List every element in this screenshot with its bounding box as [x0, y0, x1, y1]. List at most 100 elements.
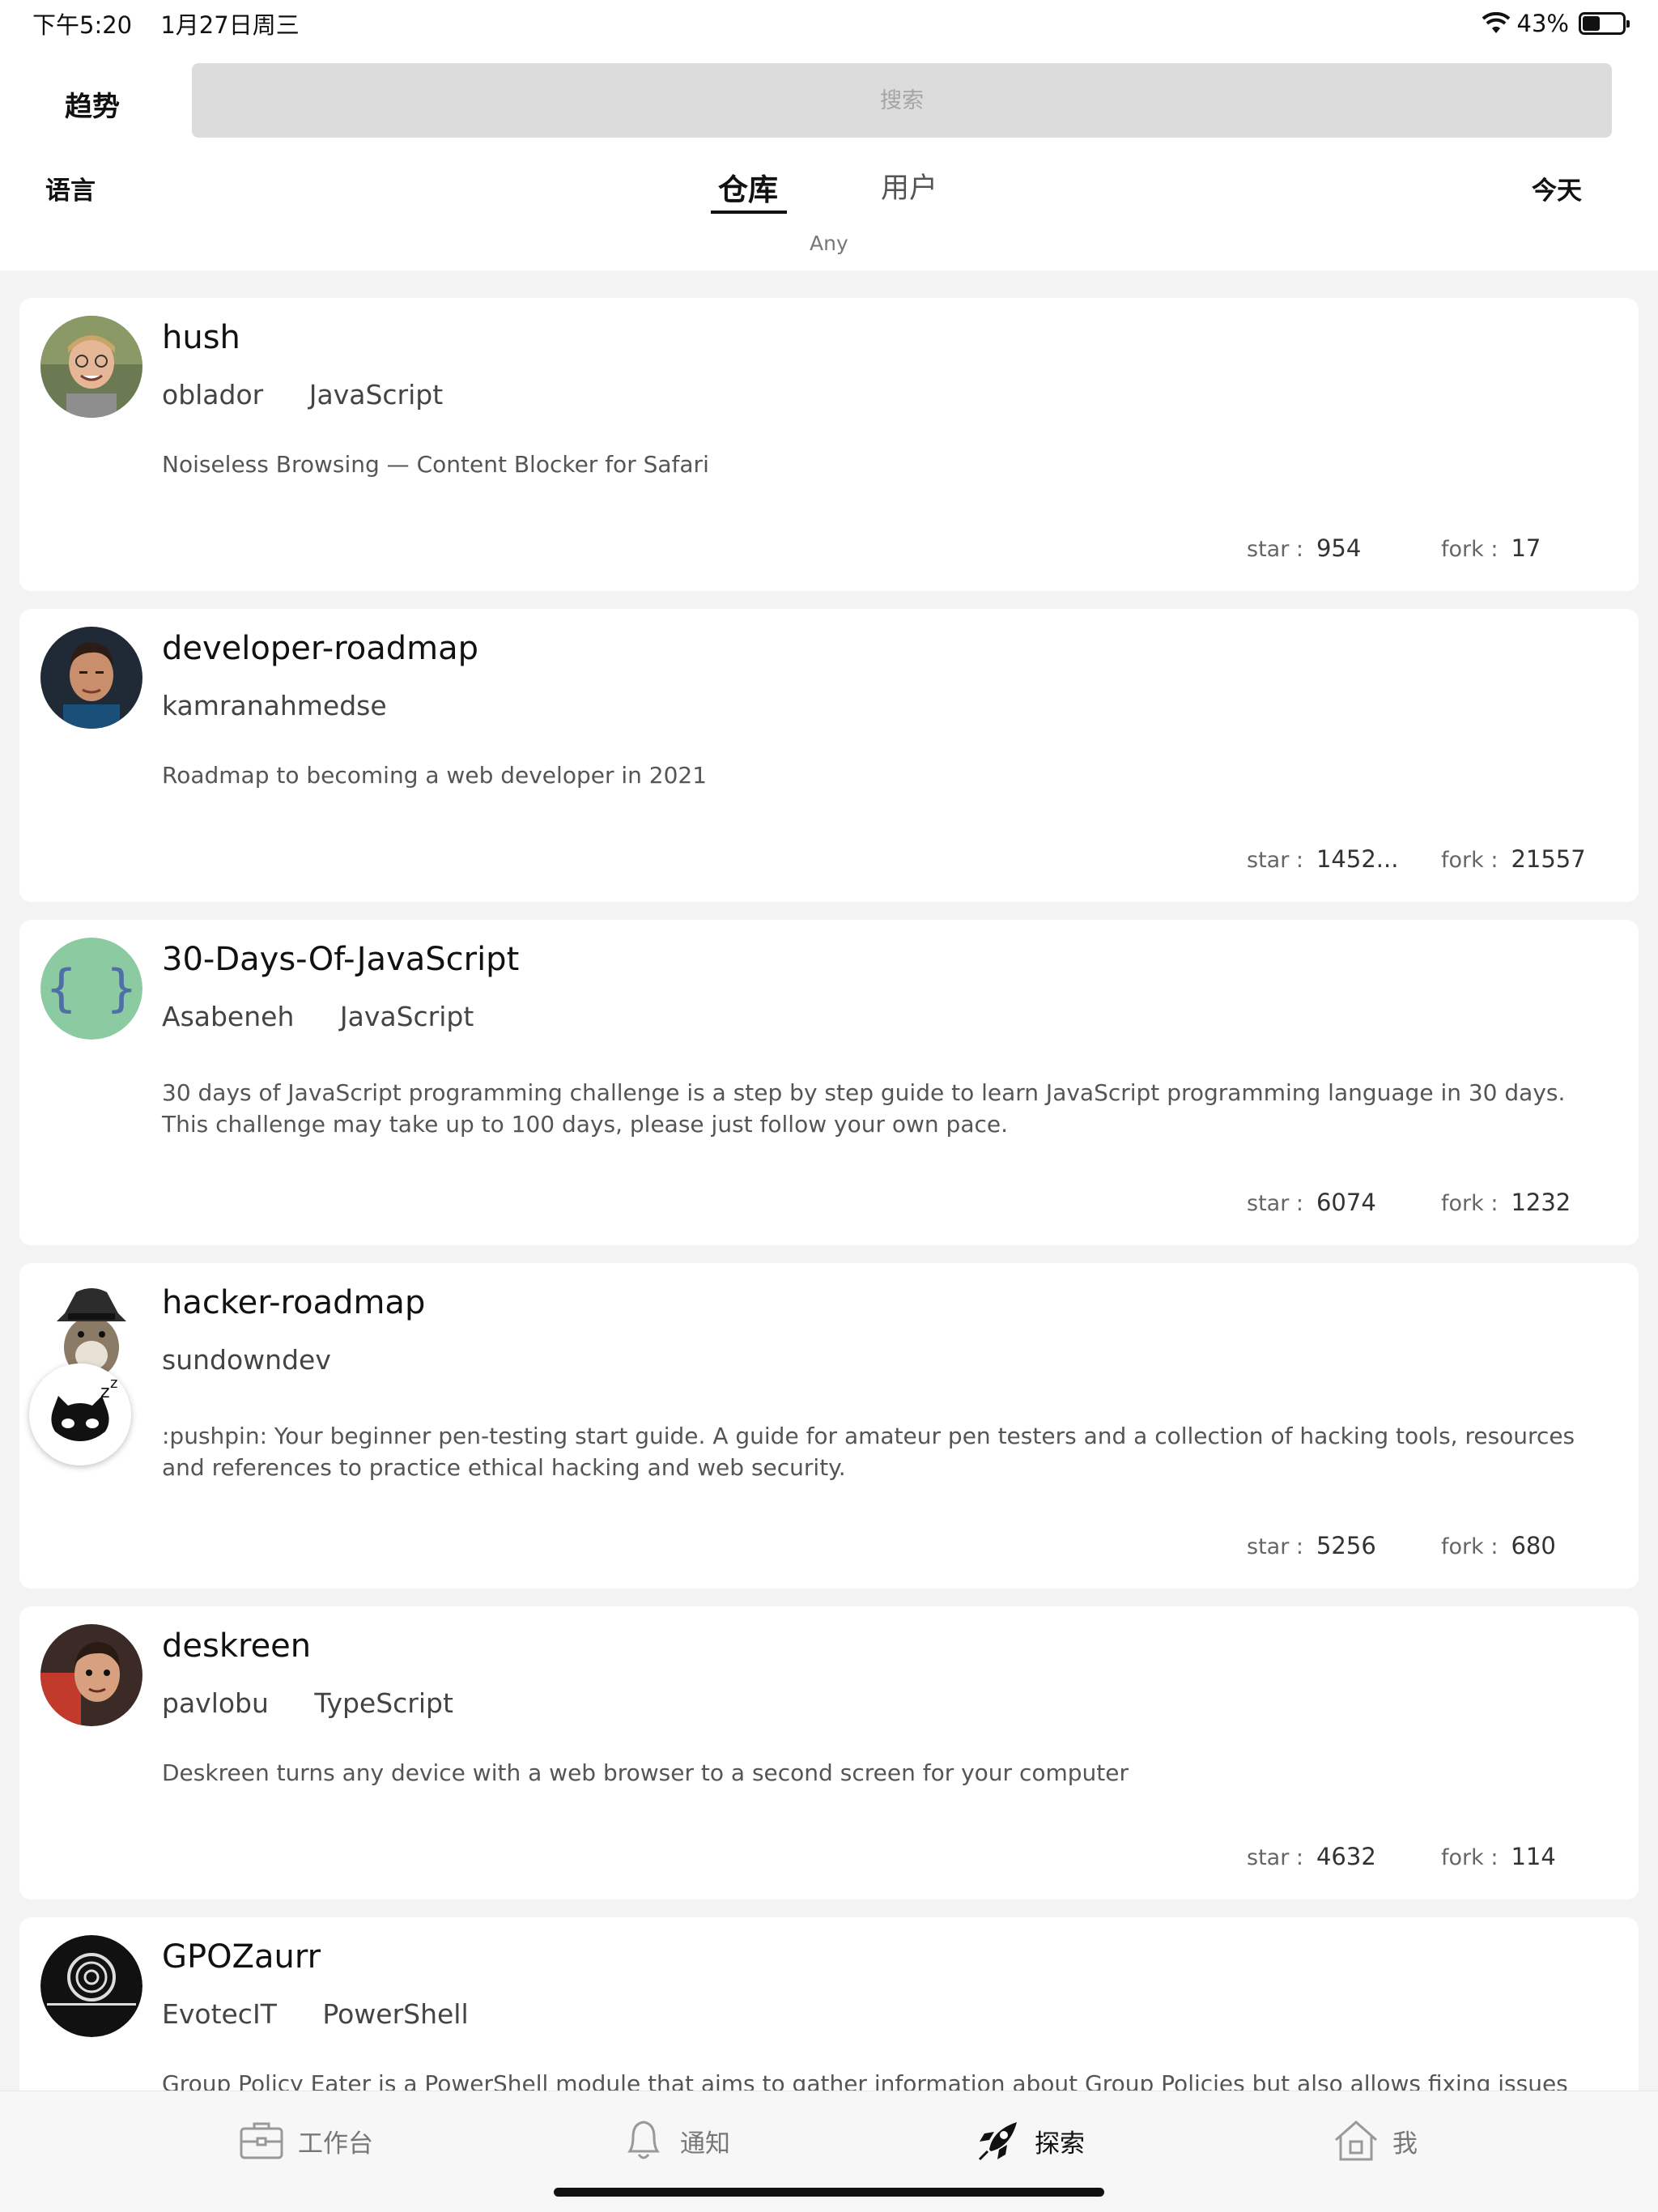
star-value: 6074 — [1316, 1189, 1376, 1216]
fork-count: fork : 17 — [1441, 534, 1541, 562]
repo-meta: Asabeneh JavaScript — [162, 1001, 511, 1032]
repo-owner[interactable]: EvotecIT — [162, 1998, 277, 2030]
fork-value: 680 — [1511, 1532, 1556, 1559]
fork-count: fork : 114 — [1441, 1843, 1556, 1870]
repo-card[interactable]: GPOZaurr EvotecIT PowerShell Group Polic… — [19, 1917, 1639, 2091]
repo-list: hush oblador JavaScript Noiseless Browsi… — [0, 270, 1658, 2091]
repo-name[interactable]: hush — [162, 319, 240, 356]
language-value: Any — [810, 232, 848, 255]
avatar — [40, 627, 142, 729]
tab-workbench[interactable]: 工作台 — [236, 2116, 373, 2166]
star-value: 4632 — [1316, 1843, 1376, 1870]
search-input[interactable] — [192, 63, 1612, 138]
tab-explore[interactable]: 探索 — [973, 2116, 1085, 2166]
header: 趋势 语言 仓库 用户 今天 Any — [0, 47, 1658, 270]
repo-card[interactable]: { } 30-Days-Of-JavaScript Asabeneh JavaS… — [19, 920, 1639, 1245]
repo-owner[interactable]: sundowndev — [162, 1344, 331, 1376]
svg-text:z: z — [110, 1375, 117, 1392]
fork-value: 17 — [1511, 534, 1541, 562]
star-count: star : 6074 — [1247, 1189, 1376, 1216]
repo-card[interactable]: hush oblador JavaScript Noiseless Browsi… — [19, 298, 1639, 591]
star-label: star : — [1247, 1845, 1303, 1870]
repo-meta: kamranahmedse — [162, 690, 424, 721]
wifi-icon — [1482, 12, 1510, 33]
repo-name[interactable]: deskreen — [162, 1627, 311, 1665]
repo-owner[interactable]: pavlobu — [162, 1687, 269, 1719]
tab-label: 探索 — [1035, 2129, 1085, 2159]
star-count: star : 1452... — [1247, 845, 1398, 873]
repo-card[interactable]: z z hacker-roadmap sundowndev :pushpin: … — [19, 1263, 1639, 1589]
star-label: star : — [1247, 537, 1303, 562]
battery-percent: 43% — [1516, 10, 1569, 37]
fork-count: fork : 680 — [1441, 1532, 1556, 1559]
repo-owner[interactable]: Asabeneh — [162, 1001, 294, 1032]
repo-owner[interactable]: oblador — [162, 379, 263, 410]
sleeping-cat-icon: z z — [29, 1363, 131, 1465]
status-bar: 下午5:20 1月27日周三 43% — [0, 0, 1658, 47]
repo-language: JavaScript — [339, 1001, 474, 1032]
fork-label: fork : — [1441, 1845, 1499, 1870]
tab-label: 工作台 — [298, 2129, 373, 2159]
avatar — [40, 1624, 142, 1726]
tab-me[interactable]: 我 — [1331, 2116, 1418, 2166]
tab-notifications[interactable]: 通知 — [619, 2116, 730, 2166]
status-right: 43% — [1482, 10, 1630, 37]
fork-value: 114 — [1511, 1843, 1556, 1870]
repo-description: Deskreen turns any device with a web bro… — [162, 1759, 1129, 1786]
home-icon — [1335, 2121, 1377, 2161]
fork-count: fork : 21557 — [1441, 845, 1586, 873]
avatar: { } — [40, 938, 142, 1040]
star-value: 5256 — [1316, 1532, 1376, 1559]
repo-description: Group Policy Eater is a PowerShell modul… — [162, 2070, 1568, 2091]
status-time: 下午5:20 — [32, 11, 133, 39]
briefcase-icon — [240, 2122, 283, 2159]
time-filter[interactable]: 今天 — [1532, 170, 1582, 206]
page-title: 趋势 — [65, 91, 120, 123]
tab-users[interactable]: 用户 — [881, 165, 937, 206]
fork-value: 1232 — [1511, 1189, 1571, 1216]
tab-label: 我 — [1392, 2129, 1418, 2159]
repo-card[interactable]: deskreen pavlobu TypeScript Deskreen tur… — [19, 1606, 1639, 1899]
fork-label: fork : — [1441, 848, 1499, 873]
fork-label: fork : — [1441, 1191, 1499, 1216]
repo-card[interactable]: developer-roadmap kamranahmedse Roadmap … — [19, 609, 1639, 902]
star-label: star : — [1247, 1534, 1303, 1559]
tab-repositories[interactable]: 仓库 — [718, 165, 778, 209]
svg-text:{ }: { } — [46, 959, 137, 1018]
repo-description: Roadmap to becoming a web developer in 2… — [162, 762, 708, 789]
avatar — [40, 316, 142, 418]
repo-owner[interactable]: kamranahmedse — [162, 690, 387, 721]
rocket-icon — [978, 2122, 1017, 2161]
status-left: 下午5:20 1月27日周三 — [32, 6, 321, 40]
repo-name[interactable]: GPOZaurr — [162, 1938, 321, 1976]
battery-icon — [1579, 12, 1630, 35]
bell-icon — [627, 2121, 660, 2159]
fork-label: fork : — [1441, 537, 1499, 562]
repo-language: PowerShell — [322, 1998, 469, 2030]
star-value: 1452... — [1316, 845, 1399, 873]
star-label: star : — [1247, 1191, 1303, 1216]
star-count: star : 4632 — [1247, 1843, 1376, 1870]
fork-value: 21557 — [1511, 845, 1586, 873]
fork-count: fork : 1232 — [1441, 1189, 1571, 1216]
repo-description: Noiseless Browsing — Content Blocker for… — [162, 451, 709, 478]
repo-meta: EvotecIT PowerShell — [162, 1998, 506, 2030]
repo-description: 30 days of JavaScript programming challe… — [162, 1079, 1566, 1138]
repo-name[interactable]: developer-roadmap — [162, 630, 478, 667]
status-date: 1月27日周三 — [160, 11, 300, 39]
repo-name[interactable]: hacker-roadmap — [162, 1284, 425, 1321]
star-count: star : 954 — [1247, 534, 1361, 562]
repo-language: JavaScript — [308, 379, 444, 410]
star-label: star : — [1247, 848, 1303, 873]
battery-level — [1583, 16, 1600, 31]
repo-language: TypeScript — [314, 1687, 453, 1719]
language-filter[interactable]: 语言 — [45, 170, 96, 206]
tab-label: 通知 — [680, 2129, 730, 2159]
repo-meta: pavlobu TypeScript — [162, 1687, 491, 1719]
star-value: 954 — [1316, 534, 1362, 562]
repo-name[interactable]: 30-Days-Of-JavaScript — [162, 941, 519, 978]
repo-meta: oblador JavaScript — [162, 379, 480, 410]
svg-text:z: z — [100, 1382, 110, 1402]
home-indicator[interactable] — [554, 2188, 1104, 2197]
repo-meta: sundowndev — [162, 1344, 368, 1376]
